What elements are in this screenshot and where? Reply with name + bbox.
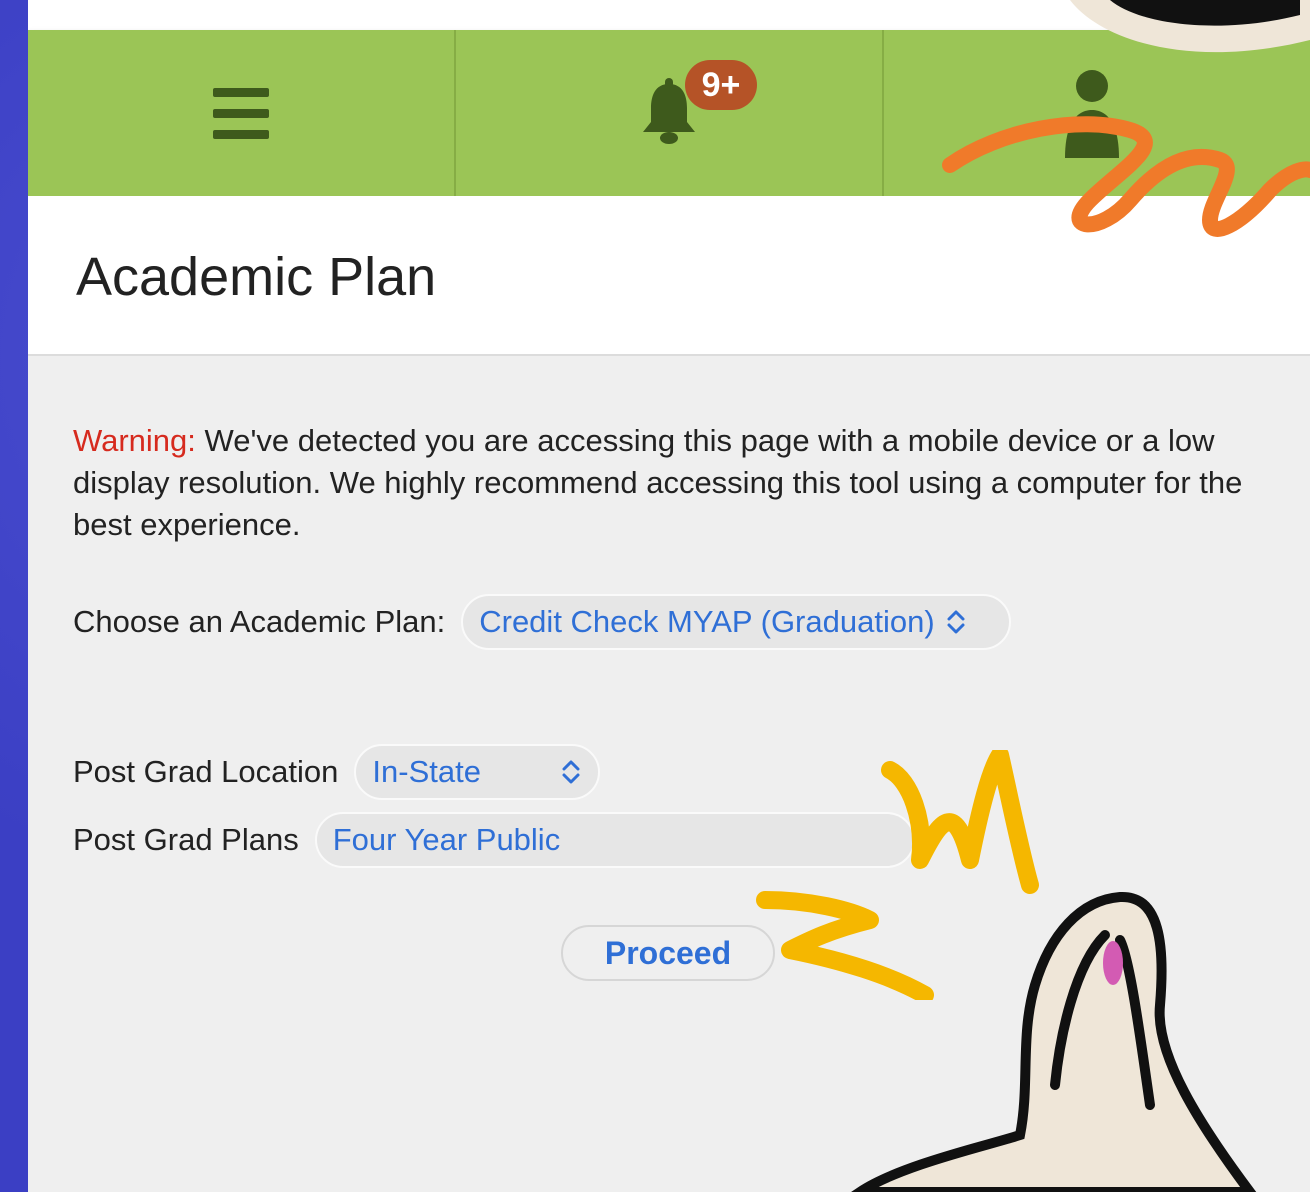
top-navbar: 9+ [28, 30, 1310, 196]
post-grad-plans-value: Four Year Public [332, 822, 561, 857]
post-grad-plans-row: Post Grad Plans Four Year Public [73, 812, 915, 868]
status-strip [28, 0, 1310, 30]
post-grad-location-label: Post Grad Location [73, 754, 339, 789]
bell-icon: 9+ [639, 60, 757, 148]
chevron-updown-icon [947, 610, 965, 634]
academic-plan-value: Credit Check MYAP (Graduation) [479, 604, 935, 639]
post-grad-location-row: Post Grad Location In-State [73, 744, 601, 800]
academic-plan-select[interactable]: Credit Check MYAP (Graduation) [461, 594, 1012, 650]
post-grad-plans-select[interactable]: Four Year Public [314, 812, 915, 868]
post-grad-location-value: In-State [372, 754, 481, 789]
post-grad-plans-label: Post Grad Plans [73, 822, 299, 857]
academic-plan-label: Choose an Academic Plan: [73, 604, 446, 639]
profile-button[interactable] [882, 30, 1310, 196]
proceed-button[interactable]: Proceed [561, 925, 775, 981]
notification-badge: 9+ [685, 60, 757, 110]
app-screen: 9+ Academic Plan Warning: We've detected… [28, 0, 1310, 1192]
page-title: Academic Plan [76, 247, 437, 307]
post-grad-location-select[interactable]: In-State [354, 744, 601, 800]
warning-label: Warning: [73, 423, 196, 458]
academic-plan-row: Choose an Academic Plan: Credit Check MY… [73, 594, 1012, 650]
chevron-updown-icon [562, 760, 580, 784]
notifications-button[interactable]: 9+ [454, 30, 882, 196]
warning-message: Warning: We've detected you are accessin… [73, 420, 1243, 546]
page-header: Academic Plan [28, 196, 1310, 356]
hamburger-icon [213, 87, 269, 139]
warning-text: We've detected you are accessing this pa… [73, 423, 1243, 542]
menu-button[interactable] [28, 30, 454, 196]
user-icon [1065, 70, 1119, 158]
